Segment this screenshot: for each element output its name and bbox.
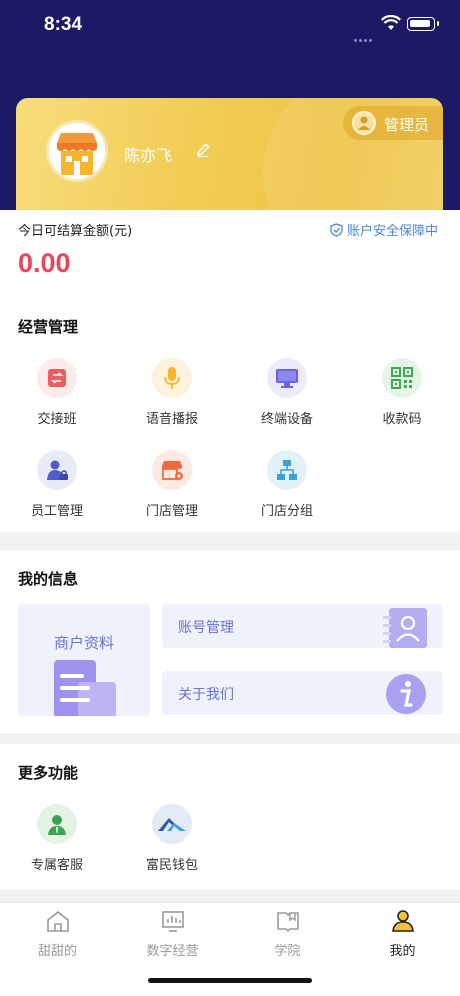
- security-link[interactable]: 账户安全保障中: [330, 220, 438, 239]
- book-icon: [276, 912, 299, 933]
- user-name: 陈亦飞: [124, 146, 173, 165]
- grid-item-label: 门店分组: [260, 504, 313, 519]
- home-indicator: [148, 978, 312, 983]
- signal-icon: [354, 27, 374, 42]
- grid-item-label: 终端设备: [260, 412, 313, 427]
- customer-service-icon: [37, 804, 77, 844]
- my-info-section-title: 我的信息: [18, 570, 79, 588]
- profile-card: 陈亦飞 管理员: [16, 98, 443, 218]
- wifi-icon: [381, 14, 401, 35]
- grid-item-label: 富民钱包: [145, 858, 198, 873]
- grid-item-staff-management[interactable]: 员工管理: [2, 450, 112, 519]
- microphone-icon: [152, 358, 192, 398]
- grid-item-label: 交接班: [37, 412, 77, 427]
- grid-item-terminal-devices[interactable]: 终端设备: [232, 358, 342, 427]
- tab-digital-business[interactable]: 数字经营: [115, 909, 230, 959]
- store-settings-icon: [152, 450, 192, 490]
- hierarchy-icon: [267, 450, 307, 490]
- shield-icon: [330, 223, 343, 237]
- handover-icon: [37, 358, 77, 398]
- wallet-logo-icon: [152, 804, 192, 844]
- admin-icon: [352, 111, 376, 135]
- tab-mine[interactable]: 我的: [345, 909, 460, 959]
- grid-item-customer-service[interactable]: 专属客服: [2, 804, 112, 873]
- balance-label: 今日可结算金额(元): [18, 224, 133, 239]
- user-icon: [391, 910, 414, 932]
- info-icon: [386, 674, 426, 714]
- tab-label: 甜甜的: [37, 944, 77, 959]
- grid-item-fumin-wallet[interactable]: 富民钱包: [117, 804, 227, 873]
- account-management-card[interactable]: 账号管理: [162, 604, 443, 648]
- merchant-profile-label: 商户资料: [53, 634, 114, 652]
- merchant-profile-card[interactable]: 商户资料: [18, 604, 150, 716]
- grid-item-label: 专属客服: [30, 858, 83, 873]
- main-panel: 今日可结算金额(元) 账户安全保障中 0.00 经营管理 交接班 语音播报 终端…: [0, 210, 460, 532]
- computer-icon: [267, 358, 307, 398]
- document-icon: [54, 660, 116, 716]
- grid-item-label: 员工管理: [30, 504, 83, 519]
- grid-item-label: 门店管理: [145, 504, 198, 519]
- grid-item-handover[interactable]: 交接班: [2, 358, 112, 427]
- account-management-label: 账号管理: [178, 620, 234, 636]
- business-section-title: 经营管理: [18, 318, 79, 336]
- more-features-panel: 更多功能 专属客服 富民钱包: [0, 744, 460, 890]
- role-badge: 管理员: [343, 106, 443, 140]
- edit-icon[interactable]: [195, 142, 211, 162]
- tab-label: 数字经营: [146, 944, 199, 959]
- qr-code-icon: [382, 358, 422, 398]
- role-label: 管理员: [384, 116, 430, 134]
- grid-item-label: 语音播报: [145, 412, 198, 427]
- tab-label: 我的: [389, 944, 416, 959]
- status-bar: 8:34: [0, 0, 460, 50]
- staff-icon: [37, 450, 77, 490]
- status-time: 8:34: [44, 14, 83, 35]
- grid-item-store-management[interactable]: 门店管理: [117, 450, 227, 519]
- more-section-title: 更多功能: [18, 764, 79, 782]
- grid-item-store-groups[interactable]: 门店分组: [232, 450, 342, 519]
- home-icon: [46, 910, 69, 932]
- tab-label: 学院: [274, 944, 301, 959]
- grid-item-voice-broadcast[interactable]: 语音播报: [117, 358, 227, 427]
- battery-icon: [407, 17, 439, 31]
- grid-item-payment-qr[interactable]: 收款码: [347, 358, 457, 427]
- grid-item-label: 收款码: [382, 412, 422, 427]
- balance-amount: 0.00: [18, 248, 71, 278]
- id-card-icon: [383, 608, 427, 648]
- security-text: 账户安全保障中: [347, 224, 439, 239]
- my-info-panel: 我的信息 商户资料 账号管理 关于我们: [0, 550, 460, 733]
- about-us-label: 关于我们: [178, 687, 234, 703]
- store-avatar-icon[interactable]: [46, 120, 108, 182]
- tab-home[interactable]: 甜甜的: [0, 909, 115, 959]
- tab-academy[interactable]: 学院: [230, 909, 345, 959]
- chart-icon: [161, 911, 184, 932]
- about-us-card[interactable]: 关于我们: [162, 671, 443, 715]
